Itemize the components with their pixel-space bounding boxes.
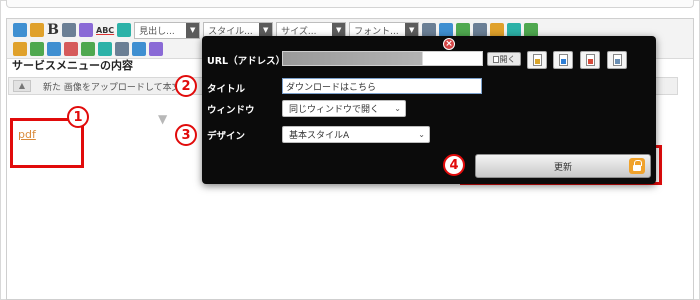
chevron-down-icon: ⌄: [418, 130, 425, 139]
hr-icon[interactable]: [64, 42, 78, 56]
bold-button[interactable]: B: [47, 22, 59, 38]
design-select-value: 基本スタイルA: [289, 131, 350, 141]
document-icon: [558, 54, 568, 66]
window-select[interactable]: 同じウィンドウで開く ⌄: [282, 100, 406, 117]
url-field[interactable]: [282, 51, 483, 66]
anchor-icon[interactable]: [117, 23, 132, 37]
link-icon[interactable]: [507, 23, 522, 37]
document-icon: [532, 54, 542, 66]
lock-icon: [629, 158, 645, 174]
step-badge-2: 2: [175, 75, 197, 97]
media-icon[interactable]: [132, 42, 146, 56]
window-label: ウィンドウ: [207, 105, 255, 116]
window-icon: [492, 55, 499, 63]
spellcheck-button[interactable]: ABC: [96, 26, 114, 35]
design-label: デザイン: [207, 131, 246, 142]
heading-select-value: 見出し...: [139, 26, 175, 37]
list-icon[interactable]: [456, 23, 471, 37]
style-select-value: スタイル...: [208, 26, 253, 37]
step-badge-1: 1: [67, 106, 89, 128]
upload-arrow-icon[interactable]: ▲: [13, 80, 31, 92]
grid-icon[interactable]: [98, 42, 112, 56]
title-input[interactable]: [282, 78, 482, 94]
eraser-icon[interactable]: [62, 23, 76, 37]
close-icon[interactable]: ×: [443, 38, 455, 50]
open-button[interactable]: 開く: [487, 52, 521, 66]
format-icon[interactable]: [79, 23, 93, 37]
update-button[interactable]: 更新: [475, 154, 651, 178]
unlink-icon[interactable]: [524, 23, 539, 37]
down-arrow-icon: ▼: [158, 112, 168, 126]
frame-icon[interactable]: [149, 42, 163, 56]
font-select-value: フォント...: [354, 26, 399, 37]
numbered-list-icon[interactable]: [473, 23, 488, 37]
document-icon: [612, 54, 622, 66]
copy-icon[interactable]: [439, 23, 454, 37]
quote-icon[interactable]: [490, 23, 505, 37]
size-select-value: サイズ...: [281, 26, 317, 37]
step-badge-3: 3: [175, 124, 197, 146]
window-select-value: 同じウィンドウで開く: [289, 105, 380, 115]
layout-icon[interactable]: [30, 42, 44, 56]
paste-icon[interactable]: [422, 23, 437, 37]
page-title: サービスメニューの内容: [12, 59, 133, 72]
heading-select[interactable]: 見出し... ▼: [134, 21, 201, 39]
upload-hint-text: 新た 画像をアップロードして本文に: [43, 82, 190, 93]
chevron-down-icon: ▼: [186, 22, 200, 38]
template-icon[interactable]: [115, 42, 129, 56]
upload-icon[interactable]: [30, 23, 44, 37]
file-pick-button-1[interactable]: [527, 51, 547, 69]
step-badge-4: 4: [443, 154, 465, 176]
table-icon[interactable]: [13, 42, 27, 56]
top-panel-edge: [6, 0, 694, 8]
url-label: URL（アドレス）: [207, 56, 286, 67]
column-icon[interactable]: [81, 42, 95, 56]
title-label: タイトル: [207, 84, 246, 95]
box-icon[interactable]: [47, 42, 61, 56]
toolbar-row-2: [13, 40, 163, 58]
file-pick-button-2[interactable]: [553, 51, 573, 69]
file-pick-button-4[interactable]: [607, 51, 627, 69]
open-button-label: 開く: [499, 54, 516, 64]
design-select[interactable]: 基本スタイルA ⌄: [282, 126, 430, 143]
file-pick-button-3[interactable]: [580, 51, 600, 69]
chevron-down-icon: ⌄: [394, 104, 401, 113]
update-button-label: 更新: [553, 162, 572, 173]
document-icon: [585, 54, 595, 66]
image-icon[interactable]: [13, 23, 27, 37]
